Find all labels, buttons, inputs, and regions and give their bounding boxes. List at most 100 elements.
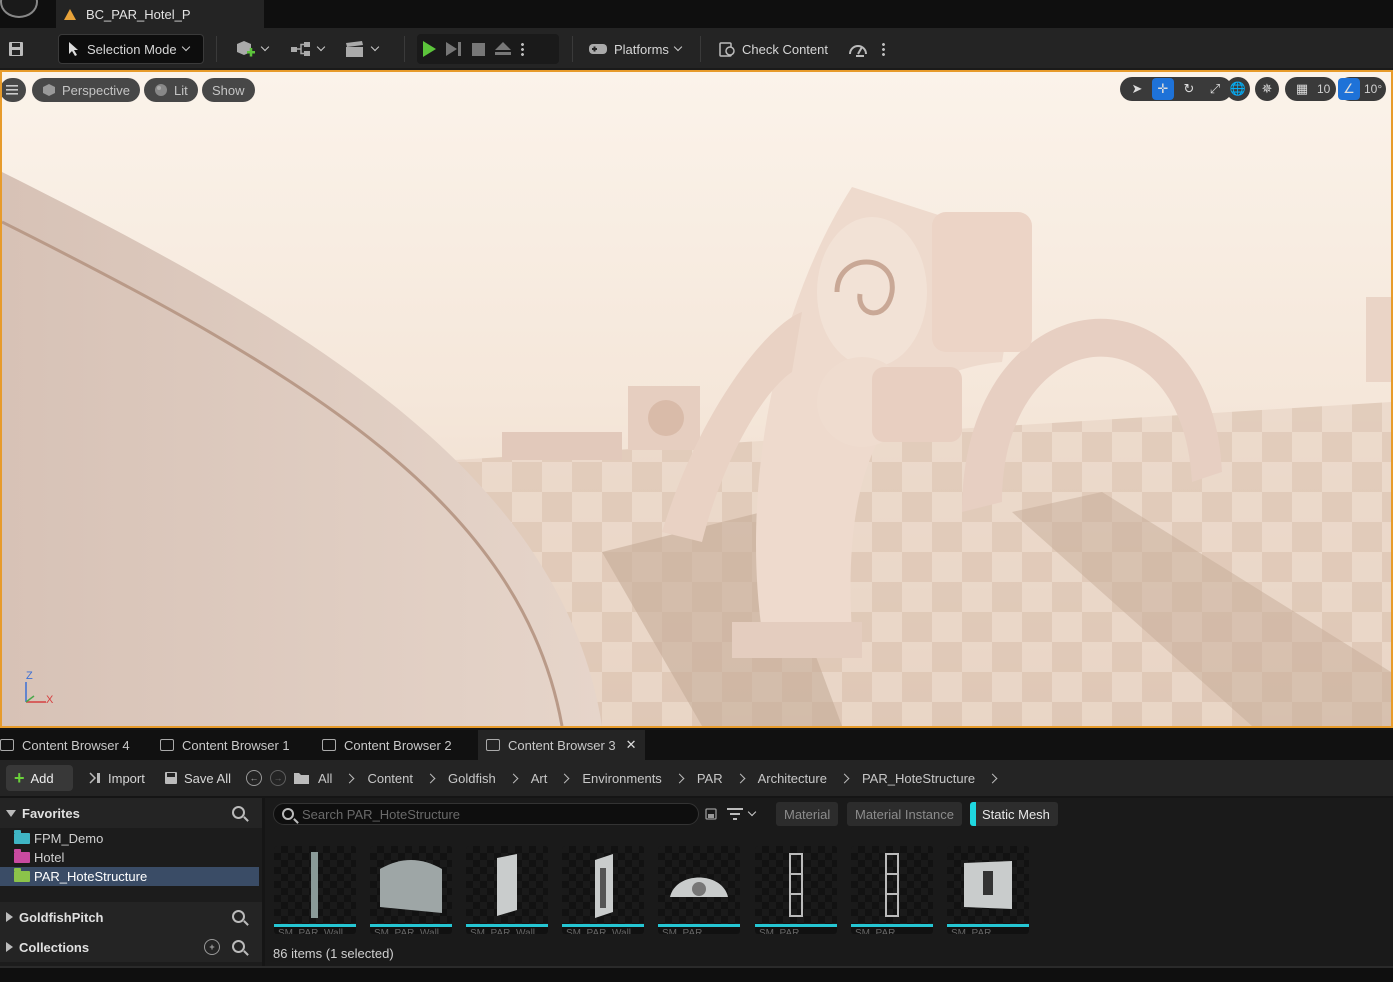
favorites-header[interactable]: Favorites (0, 798, 262, 828)
filter-chip-material[interactable]: Material (776, 802, 839, 826)
rotation-snap-button[interactable]: ∠ 10° (1338, 77, 1387, 101)
cinematics-button[interactable] (344, 34, 380, 64)
lit-label: Lit (174, 82, 188, 98)
surface-snap-button[interactable]: ✵ (1255, 77, 1279, 101)
grid-snap-button[interactable]: ▦ 10 (1285, 77, 1337, 101)
platforms-label: Platforms (614, 41, 669, 57)
collections-header[interactable]: Collections + (0, 932, 262, 962)
asset-tile[interactable]: SM_PAR_Wall (370, 846, 452, 934)
level-warning-icon (64, 8, 76, 20)
tab-content-browser-3[interactable]: Content Browser 3 ✕ (478, 730, 645, 760)
asset-tile[interactable]: SM_PAR (755, 846, 837, 934)
breadcrumb-content[interactable]: Content (367, 771, 413, 786)
import-label: Import (108, 770, 145, 786)
cube-icon (43, 84, 55, 96)
tab-label: Content Browser 3 (508, 737, 616, 753)
breadcrumb-art[interactable]: Art (531, 771, 548, 786)
asset-search-input[interactable]: Search PAR_HoteStructure (273, 803, 699, 825)
history-back-button[interactable]: ← (246, 765, 262, 791)
rotate-tool-icon[interactable]: ↻ (1178, 78, 1200, 100)
search-icon[interactable] (232, 910, 245, 923)
mesh-thumbnail (380, 860, 442, 913)
check-content-button[interactable]: Check Content (718, 34, 828, 64)
search-icon[interactable] (232, 940, 245, 953)
filter-dropdown[interactable] (727, 803, 757, 825)
perspective-label: Perspective (62, 82, 130, 98)
chevron-right-icon[interactable] (987, 773, 998, 783)
chevron-right-icon[interactable] (735, 773, 746, 783)
viewport-menu-button[interactable] (2, 78, 26, 102)
axis-indicator: Z X (22, 670, 53, 706)
favorite-item-par-hotestructure[interactable]: PAR_HoteStructure (0, 867, 259, 886)
add-actor-button[interactable] (234, 34, 270, 64)
chevron-right-icon[interactable] (425, 773, 436, 783)
tab-content-browser-2[interactable]: Content Browser 2 (322, 730, 452, 760)
chevron-down-icon (747, 807, 757, 817)
filter-chip-static-mesh[interactable]: Static Mesh (970, 802, 1058, 826)
collapse-icon (6, 942, 13, 952)
asset-tile[interactable]: SM_PAR (658, 846, 740, 934)
stop-icon[interactable] (472, 42, 485, 56)
tab-content-browser-1[interactable]: Content Browser 1 (160, 730, 290, 760)
level-document-tab[interactable]: BC_PAR_Hotel_P (56, 0, 264, 28)
scale-tool-icon[interactable]: ⤢ (1204, 78, 1226, 100)
arrow-right-icon: → (270, 770, 286, 786)
level-viewport[interactable]: Perspective Lit Show ➤ ✛ ↻ ⤢ 🌐 ✵ ▦ 10 ∠ … (0, 70, 1393, 728)
favorite-item-fpm-demo[interactable]: FPM_Demo (0, 829, 259, 848)
content-browser-icon (486, 739, 500, 751)
chevron-right-icon[interactable] (559, 773, 570, 783)
show-button[interactable]: Show (202, 78, 255, 102)
selection-mode-dropdown[interactable]: Selection Mode (58, 34, 204, 64)
chevron-right-icon[interactable] (345, 773, 355, 783)
favorite-item-hotel[interactable]: Hotel (0, 848, 259, 867)
filter-chip-material-instance[interactable]: Material Instance (847, 802, 962, 826)
breadcrumb-par-hotestructure[interactable]: PAR_HoteStructure (862, 771, 975, 786)
breadcrumb-architecture[interactable]: Architecture (758, 771, 827, 786)
asset-tile[interactable]: SM_PAR (851, 846, 933, 934)
history-forward-button[interactable]: → (270, 765, 286, 791)
play-icon[interactable] (423, 41, 436, 57)
breadcrumb-goldfish[interactable]: Goldfish (448, 771, 496, 786)
save-icon[interactable] (8, 34, 24, 64)
goldfishpitch-header[interactable]: GoldfishPitch (0, 902, 262, 932)
folder-icon[interactable] (293, 765, 310, 791)
lit-button[interactable]: Lit (144, 78, 198, 102)
close-tab-icon[interactable]: ✕ (626, 737, 637, 753)
chevron-right-icon[interactable] (839, 773, 850, 783)
blueprint-button[interactable] (290, 34, 326, 64)
add-cube-icon (237, 41, 255, 57)
divider (404, 36, 405, 62)
add-collection-icon[interactable]: + (204, 939, 220, 955)
import-button[interactable]: Import (88, 765, 145, 791)
play-options-icon[interactable] (521, 41, 524, 57)
chevron-right-icon[interactable] (674, 773, 685, 783)
cursor-icon (69, 42, 78, 56)
translate-tool-icon[interactable]: ✛ (1152, 78, 1174, 100)
platforms-dropdown[interactable]: Platforms (588, 34, 683, 64)
asset-tile[interactable]: SM_PAR_Wall (274, 846, 356, 934)
breadcrumb-all[interactable]: All (318, 771, 332, 786)
asset-view: Search PAR_HoteStructure Material Materi… (265, 798, 1393, 966)
save-all-button[interactable]: Save All (164, 765, 231, 791)
unreal-logo-icon[interactable] (0, 0, 38, 18)
chevron-right-icon[interactable] (508, 773, 519, 783)
add-button[interactable]: + Add (6, 765, 73, 791)
tab-content-browser-4[interactable]: Content Browser 4 (0, 730, 130, 760)
asset-tile[interactable]: SM_PAR (947, 846, 1029, 934)
performance-button[interactable] (848, 34, 868, 64)
save-search-icon[interactable] (705, 806, 717, 822)
more-options-icon[interactable] (882, 34, 885, 64)
asset-tile[interactable]: SM_PAR_Wall (562, 846, 644, 934)
search-icon[interactable] (232, 806, 245, 819)
asset-tile[interactable]: SM_PAR_Wall (466, 846, 548, 934)
step-frame-icon[interactable] (446, 41, 462, 57)
perspective-button[interactable]: Perspective (32, 78, 140, 102)
folder-icon (14, 868, 30, 882)
coordinate-system-button[interactable]: 🌐 (1226, 77, 1250, 101)
breadcrumb-par[interactable]: PAR (697, 771, 723, 786)
favorite-label: FPM_Demo (34, 831, 104, 846)
divider (572, 36, 573, 62)
eject-icon[interactable] (495, 42, 511, 56)
breadcrumb-environments[interactable]: Environments (582, 771, 661, 786)
select-tool-icon[interactable]: ➤ (1126, 78, 1148, 100)
